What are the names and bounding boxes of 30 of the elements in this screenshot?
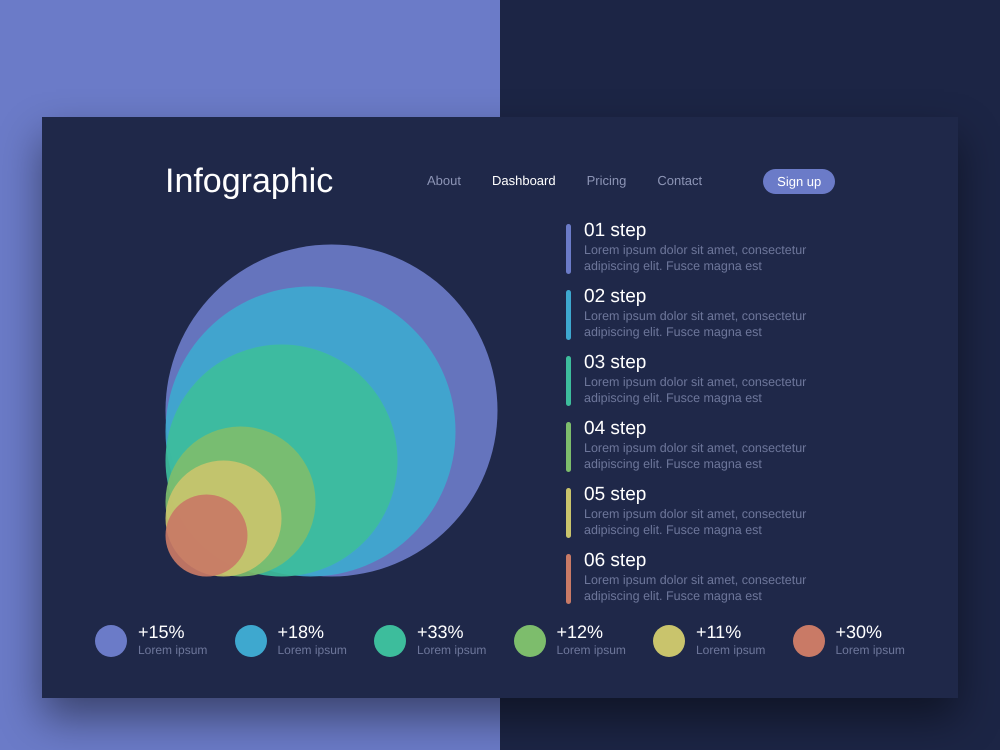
legend-value: +30% (836, 621, 884, 643)
step-description: Lorem ipsum dolor sit amet, consectetur adipiscing elit. Fusce magna est (584, 308, 808, 340)
step-description: Lorem ipsum dolor sit amet, consectetur adipiscing elit. Fusce magna est (584, 440, 808, 472)
legend-label: Lorem ipsum (138, 643, 208, 658)
nav-link[interactable]: Contact (657, 171, 702, 191)
legend-value: +12% (556, 621, 604, 643)
step-title: 06 step (584, 550, 648, 572)
step-description: Lorem ipsum dolor sit amet, consectetur adipiscing elit. Fusce magna est (584, 506, 808, 538)
step-title: 03 step (584, 352, 648, 374)
legend-label: Lorem ipsum (556, 643, 626, 658)
page-title: Infographic (165, 161, 334, 201)
legend-label: Lorem ipsum (278, 643, 347, 658)
step-title: 05 step (584, 484, 648, 506)
step-description: Lorem ipsum dolor sit amet, consectetur adipiscing elit. Fusce magna est (584, 572, 808, 604)
legend-value: +18% (278, 621, 326, 643)
legend-label: Lorem ipsum (417, 643, 486, 658)
nav-link[interactable]: Pricing (586, 171, 626, 191)
step-title: 01 step (584, 220, 648, 242)
legend-value: +15% (138, 621, 186, 643)
nav-link[interactable]: Dashboard (492, 171, 556, 191)
nav-link[interactable]: About (427, 171, 461, 191)
step-description: Lorem ipsum dolor sit amet, consectetur adipiscing elit. Fusce magna est (584, 242, 808, 274)
sign-up-button[interactable]: Sign up (763, 168, 836, 194)
legend-label: Lorem ipsum (696, 643, 766, 658)
step-description: Lorem ipsum dolor sit amet, consectetur adipiscing elit. Fusce magna est (584, 374, 808, 406)
legend-value: +11% (696, 621, 742, 643)
legend-label: Lorem ipsum (836, 643, 905, 658)
legend-value: +33% (417, 621, 465, 643)
step-title: 02 step (584, 286, 648, 308)
step-title: 04 step (584, 418, 648, 440)
